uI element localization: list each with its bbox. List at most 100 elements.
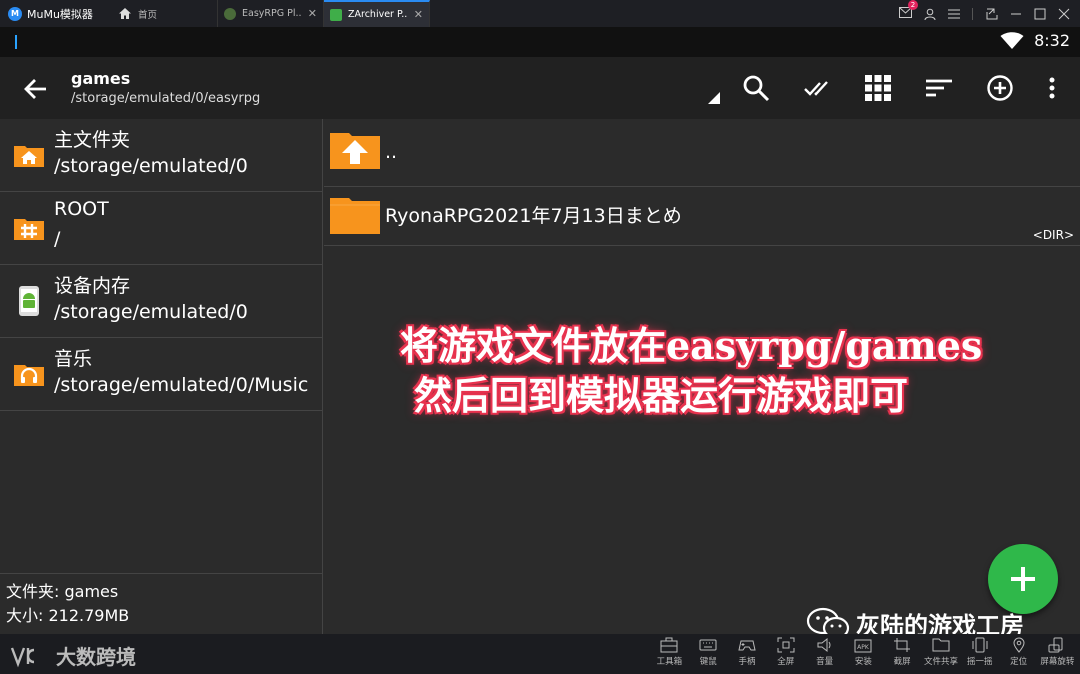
- wifi-icon: [1000, 31, 1024, 49]
- folder-share-icon: [932, 638, 950, 652]
- tool-label: 安装: [854, 657, 872, 667]
- sidebar-item-path: /: [54, 228, 61, 250]
- toolbox-icon: [660, 637, 678, 653]
- sidebar-item-label: 音乐: [54, 348, 93, 370]
- volume-button[interactable]: 音量: [805, 637, 844, 667]
- home-icon: [119, 8, 131, 19]
- sidebar-item-path: /storage/emulated/0: [54, 301, 248, 323]
- user-icon[interactable]: [924, 8, 936, 20]
- home-folder-icon: [14, 146, 44, 167]
- more-vert-icon[interactable]: [1038, 74, 1066, 102]
- folder-info: 文件夹: games 大小: 212.79MB: [6, 580, 129, 628]
- plus-icon: [1011, 567, 1035, 591]
- zarchiver-app-icon: [330, 8, 342, 21]
- window-controls: 2: [899, 0, 1080, 27]
- menu-icon[interactable]: [948, 9, 960, 19]
- tool-label: 全屏: [777, 657, 795, 667]
- dir-tag: <DIR>: [1032, 228, 1074, 242]
- folder-info-name: 文件夹: games: [6, 582, 119, 601]
- file-name: ..: [385, 141, 398, 163]
- android-statusbar: 8:32: [0, 27, 1080, 57]
- folder-icon: [330, 198, 380, 234]
- sidebar-item-music[interactable]: 音乐 /storage/emulated/0/Music: [0, 338, 323, 411]
- divider: [0, 573, 323, 574]
- tool-label: 文件共享: [923, 657, 958, 667]
- minimize-icon[interactable]: [1010, 8, 1022, 20]
- tool-label: 工具箱: [656, 657, 683, 667]
- close-icon[interactable]: ✕: [414, 8, 423, 21]
- parent-folder-icon: [330, 133, 380, 169]
- gamepad-button[interactable]: 手柄: [728, 637, 767, 667]
- rotate-button[interactable]: 屏幕旋转: [1038, 637, 1077, 667]
- list-item-folder[interactable]: RyonaRPG2021年7月13日まとめ <DIR>: [324, 187, 1080, 246]
- emulator-tools: 工具箱 键鼠 手柄 全屏 音量 APK 安装 截屏 文件共享 摇一摇 定位 屏幕…: [650, 637, 1077, 667]
- select-all-icon[interactable]: [803, 74, 831, 102]
- sidebar-item-device-storage[interactable]: 设备内存 /storage/emulated/0: [0, 265, 323, 338]
- add-circle-icon[interactable]: [986, 74, 1014, 102]
- location-button[interactable]: 定位: [999, 637, 1038, 667]
- notification-indicator: [15, 35, 17, 49]
- tab-label: EasyRPG Pl...: [242, 8, 302, 19]
- android-icon: [19, 286, 39, 316]
- sidebar-item-label: 主文件夹: [54, 129, 131, 151]
- emulator-titlebar: M MuMu模拟器 首页 EasyRPG Pl... ✕ ZArchiver P…: [0, 0, 1080, 27]
- file-name: RyonaRPG2021年7月13日まとめ: [385, 205, 682, 227]
- notification-badge: 2: [908, 0, 918, 10]
- sidebar: 主文件夹 /storage/emulated/0 ROOT / 设备内存 /st…: [0, 119, 323, 634]
- emulator-brand: M MuMu模拟器: [0, 0, 110, 27]
- tab-zarchiver[interactable]: ZArchiver P... ✕: [324, 0, 430, 27]
- sidebar-item-path: /storage/emulated/0: [54, 155, 248, 177]
- fullscreen-icon: [777, 637, 795, 653]
- brand-logo-icon: [10, 647, 35, 667]
- easyrpg-app-icon: [224, 7, 236, 20]
- music-folder-icon: [14, 365, 44, 386]
- apk-install-button[interactable]: APK 安装: [844, 637, 883, 667]
- back-arrow-icon[interactable]: [22, 75, 50, 103]
- tab-easyrpg[interactable]: EasyRPG Pl... ✕: [218, 0, 324, 27]
- tool-label: 屏幕旋转: [1040, 657, 1075, 667]
- tool-label: 键鼠: [699, 657, 717, 667]
- close-icon[interactable]: ✕: [308, 7, 317, 20]
- location-icon: [1013, 637, 1025, 653]
- tab-home[interactable]: 首页: [110, 0, 218, 27]
- fullscreen-button[interactable]: 全屏: [766, 637, 805, 667]
- sort-icon[interactable]: [925, 74, 953, 102]
- tool-label: 截屏: [893, 657, 911, 667]
- file-share-button[interactable]: 文件共享: [922, 637, 961, 667]
- sidebar-item-label: ROOT: [54, 198, 109, 220]
- keyboard-icon: [699, 639, 717, 651]
- close-window-icon[interactable]: [1058, 8, 1070, 20]
- folder-path: /storage/emulated/0/easyrpg: [71, 91, 261, 106]
- toolbox-button[interactable]: 工具箱: [650, 637, 689, 667]
- maximize-icon[interactable]: [1034, 8, 1046, 20]
- caption-line-2: 然后回到模拟器运行游戏即可: [414, 373, 909, 418]
- status-right: 8:32: [1000, 31, 1070, 50]
- tool-label: 手柄: [738, 657, 756, 667]
- tool-label: 摇一摇: [967, 657, 993, 667]
- volume-icon: [817, 637, 831, 653]
- tool-label: 音量: [816, 657, 834, 667]
- mail-icon[interactable]: 2: [899, 0, 918, 21]
- logo-watermark: 大数跨境: [10, 641, 136, 670]
- path-dropdown-icon[interactable]: [708, 92, 720, 104]
- screenshot-icon: [894, 638, 911, 652]
- clock: 8:32: [1034, 31, 1070, 50]
- mumu-logo-icon: M: [8, 6, 22, 21]
- sidebar-item-root[interactable]: ROOT /: [0, 192, 323, 265]
- sidebar-item-label: 设备内存: [54, 275, 131, 297]
- grid-view-icon[interactable]: [864, 74, 892, 102]
- rotate-icon: [1048, 637, 1063, 653]
- tool-label: 定位: [1010, 657, 1028, 667]
- add-fab-button[interactable]: [988, 544, 1058, 614]
- app-toolbar: games /storage/emulated/0/easyrpg: [0, 57, 1080, 119]
- exit-fullscreen-icon[interactable]: [986, 8, 998, 20]
- list-item-parent[interactable]: ..: [324, 119, 1080, 187]
- root-folder-icon: [14, 219, 44, 240]
- divider-icon: [972, 7, 973, 20]
- keyboard-button[interactable]: 键鼠: [689, 637, 728, 667]
- screenshot-button[interactable]: 截屏: [883, 637, 922, 667]
- search-icon[interactable]: [742, 74, 770, 102]
- sidebar-item-home[interactable]: 主文件夹 /storage/emulated/0: [0, 119, 323, 192]
- emulator-name: MuMu模拟器: [27, 7, 93, 21]
- shake-button[interactable]: 摇一摇: [960, 637, 999, 667]
